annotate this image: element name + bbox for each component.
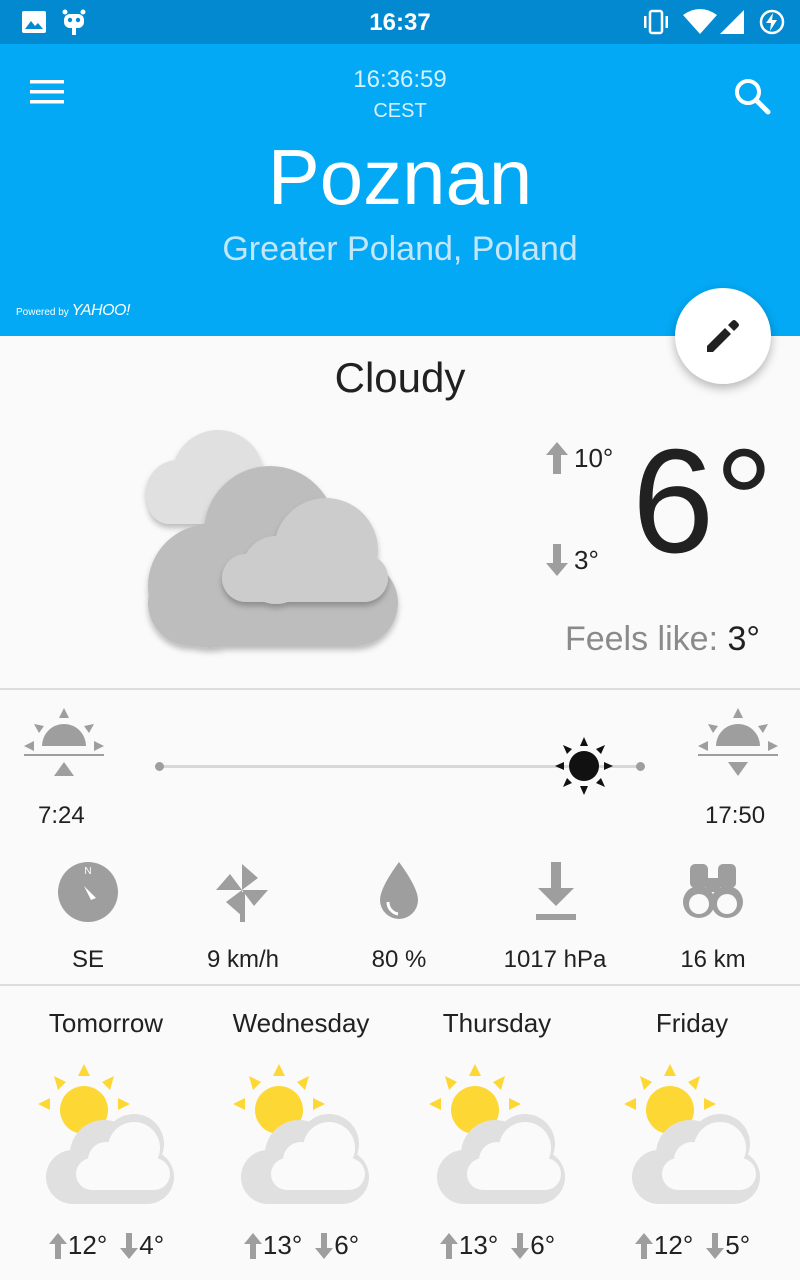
location-header: 16:36:59 CEST Poznan Greater Poland, Pol…: [0, 44, 800, 336]
forecast-high: 13°: [458, 1230, 499, 1260]
status-bar: 16:37: [0, 0, 800, 44]
cloudy-icon: [146, 430, 398, 648]
forecast-high: 12°: [67, 1230, 108, 1260]
local-time: 16:36:59: [353, 66, 447, 93]
wind-speed: 9 km/h: [206, 946, 280, 973]
today-low: 3°: [544, 542, 599, 578]
search-icon[interactable]: [728, 72, 776, 120]
sunset-icon: [698, 708, 778, 776]
partly-cloudy-icon: [233, 1064, 369, 1204]
divider: [0, 984, 800, 986]
feels-like-value: 3°: [727, 620, 760, 658]
yahoo-logo: YAHOO!: [71, 302, 131, 319]
arrow-up-icon: [439, 1232, 458, 1259]
today-high-value: 10°: [574, 442, 614, 473]
humidity: 80 %: [371, 946, 427, 973]
arrow-down-icon: [511, 1232, 530, 1259]
region-name: Greater Poland, Poland: [222, 230, 578, 268]
wifi-icon: [683, 9, 717, 34]
svg-text:N: N: [84, 866, 91, 877]
forecast-high: 12°: [653, 1230, 694, 1260]
forecast-day-label: Wednesday: [232, 1008, 370, 1038]
signal-icon: [720, 10, 744, 34]
arrow-down-icon: [120, 1232, 139, 1259]
status-time: 16:37: [369, 9, 431, 36]
sunset-time: 17:50: [705, 802, 766, 829]
today-high: 10°: [544, 440, 613, 476]
sunset-marker: [636, 762, 645, 771]
vibrate-icon: [644, 9, 668, 35]
current-temperature: 6°: [632, 419, 774, 584]
condition-text: Cloudy: [334, 354, 466, 401]
forecast-low: 6°: [334, 1230, 360, 1260]
pressure-icon: [536, 862, 576, 920]
forecast-low: 4°: [139, 1230, 165, 1260]
sunrise-marker: [155, 762, 164, 771]
powered-by-label: Powered by: [16, 307, 69, 318]
arrow-up-icon: [48, 1232, 67, 1259]
powered-by-yahoo[interactable]: Powered by YAHOO!: [16, 302, 130, 320]
partly-cloudy-icon: [429, 1064, 565, 1204]
forecast-day-label: Tomorrow: [48, 1008, 164, 1038]
sunrise-icon: [24, 708, 104, 776]
partly-cloudy-icon: [624, 1064, 760, 1204]
arrow-up-icon: [546, 442, 568, 474]
arrow-down-icon: [706, 1232, 725, 1259]
forecast-low: 5°: [725, 1230, 751, 1260]
forecast-day-label: Thursday: [442, 1008, 552, 1038]
forecast-temps: 12° 5°: [592, 1230, 792, 1261]
forecast-temps: 12° 4°: [6, 1230, 206, 1261]
feels-like: Feels like: 3°: [565, 620, 760, 659]
forecast-temps: 13° 6°: [397, 1230, 597, 1261]
today-low-value: 3°: [574, 544, 599, 575]
arrow-down-icon: [315, 1232, 334, 1259]
arrow-up-icon: [634, 1232, 653, 1259]
windmill-icon: [216, 864, 268, 922]
binoculars-icon: [683, 864, 743, 918]
timezone: CEST: [373, 100, 427, 122]
wind-direction: SE: [71, 946, 104, 973]
city-name: Poznan: [267, 133, 533, 221]
visibility: 16 km: [680, 946, 746, 973]
battery-charging-icon: [759, 9, 785, 35]
forecast-temps: 13° 6°: [201, 1230, 401, 1261]
forecast-day-label: Friday: [655, 1008, 729, 1038]
forecast-low: 6°: [530, 1230, 556, 1260]
sunrise-time: 7:24: [38, 802, 85, 829]
pressure: 1017 hPa: [503, 946, 607, 973]
humidity-drop-icon: [380, 862, 418, 919]
partly-cloudy-icon: [38, 1064, 174, 1204]
pencil-icon: [707, 320, 739, 352]
sun-icon: [555, 737, 613, 795]
arrow-up-icon: [243, 1232, 262, 1259]
divider: [0, 688, 800, 690]
forecast-high: 13°: [262, 1230, 303, 1260]
feels-like-label: Feels like:: [564, 620, 719, 658]
compass-icon: N: [58, 862, 118, 922]
arrow-down-icon: [546, 544, 568, 576]
